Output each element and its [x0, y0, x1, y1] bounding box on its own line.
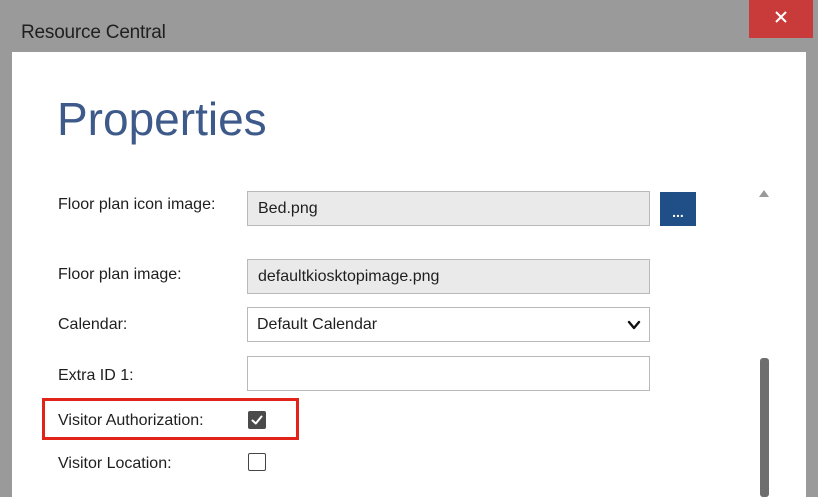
visitor-authorization-checkbox[interactable]: [248, 411, 266, 429]
scroll-up-arrow-icon[interactable]: [757, 186, 771, 198]
close-button[interactable]: [749, 0, 813, 38]
calendar-select[interactable]: Default Calendar: [247, 307, 650, 342]
calendar-label: Calendar:: [58, 316, 128, 333]
vertical-scrollbar[interactable]: [754, 182, 774, 497]
window-title: Resource Central: [21, 22, 166, 43]
close-icon: [774, 10, 788, 29]
floor-plan-icon-label: Floor plan icon image:: [58, 196, 216, 213]
resource-central-window: Resource Central Properties Floor plan i…: [0, 0, 818, 497]
floor-plan-icon-field[interactable]: Bed.png: [247, 191, 650, 226]
calendar-selected-value: Default Calendar: [257, 316, 378, 333]
visitor-location-checkbox[interactable]: [248, 453, 266, 471]
checkmark-icon: [251, 415, 263, 425]
title-bar: Resource Central: [0, 0, 818, 52]
scrollbar-thumb[interactable]: [760, 358, 769, 497]
visitor-location-label: Visitor Location:: [58, 455, 172, 472]
extra-id-1-field[interactable]: [247, 356, 650, 391]
page-title: Properties: [57, 93, 267, 145]
window-border-left: [0, 52, 12, 497]
chevron-down-icon: [627, 318, 641, 332]
properties-dialog-content: Properties Floor plan icon image: Bed.pn…: [12, 52, 806, 497]
floor-plan-image-label: Floor plan image:: [58, 266, 182, 283]
visitor-authorization-label: Visitor Authorization:: [58, 412, 204, 429]
floor-plan-image-field[interactable]: defaultkiosktopimage.png: [247, 259, 650, 294]
window-border-right: [806, 52, 818, 497]
extra-id-1-label: Extra ID 1:: [58, 367, 134, 384]
browse-button[interactable]: ...: [660, 192, 696, 226]
